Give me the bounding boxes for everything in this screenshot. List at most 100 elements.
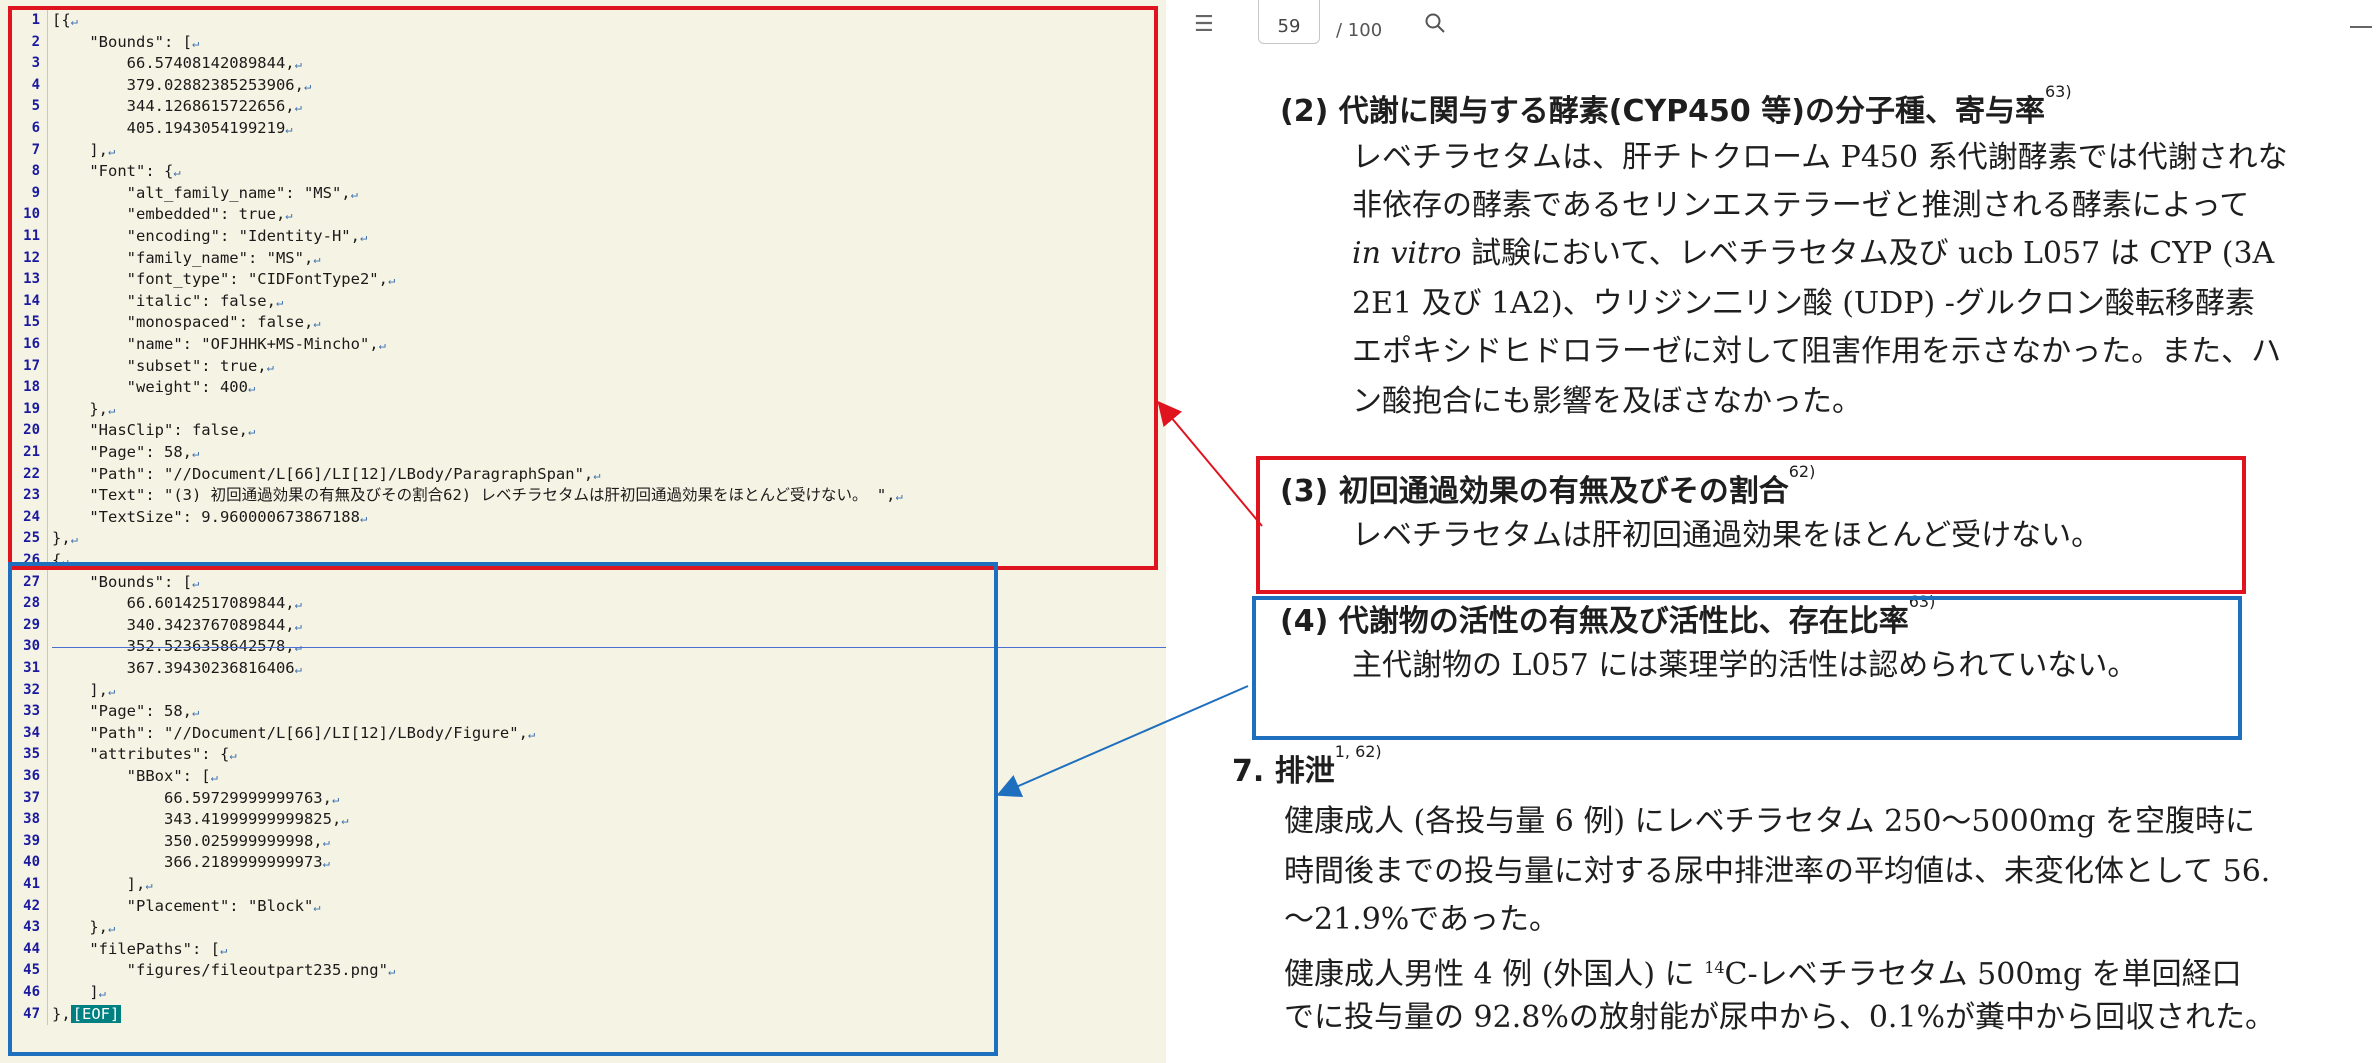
editor-line[interactable]: 7 ],↵ <box>0 139 1166 162</box>
editor-line[interactable]: 31 367.39430236816406↵ <box>0 658 1166 680</box>
code-content: ], <box>52 680 108 699</box>
code-content: "italic": false, <box>52 291 276 310</box>
code-text: "TextSize": 9.960000673867188↵ <box>52 507 367 530</box>
editor-line[interactable]: 17 "subset": true,↵ <box>0 355 1166 378</box>
editor-line[interactable]: 9 "alt_family_name": "MS",↵ <box>0 182 1166 205</box>
line-number: 35 <box>0 744 48 766</box>
editor-line[interactable]: 12 "family_name": "MS",↵ <box>0 247 1166 270</box>
editor-line[interactable]: 40 366.2189999999973↵ <box>0 852 1166 874</box>
editor-line[interactable]: 10 "embedded": true,↵ <box>0 204 1166 226</box>
editor-line[interactable]: 21 "Page": 58,↵ <box>0 442 1166 464</box>
editor-line[interactable]: 32 ],↵ <box>0 679 1166 703</box>
code-text: 350.025999999998,↵ <box>52 831 330 854</box>
minus-icon[interactable] <box>2350 26 2372 28</box>
editor-line[interactable]: 33 "Page": 58,↵ <box>0 701 1166 723</box>
editor-line[interactable]: 16 "name": "OFJHHK+MS-Mincho",↵ <box>0 334 1166 356</box>
editor-line[interactable]: 43 },↵ <box>0 917 1166 939</box>
code-text: 66.57408142089844,↵ <box>52 53 302 76</box>
editor-line[interactable]: 29 340.3423767089844,↵ <box>0 614 1166 637</box>
editor-line[interactable]: 3 66.57408142089844,↵ <box>0 53 1166 75</box>
code-content: "BBox": [ <box>52 767 211 785</box>
return-mark-icon: ↵ <box>285 122 293 136</box>
editor-line[interactable]: 22 "Path": "//Document/L[66]/LI[12]/LBod… <box>0 463 1166 486</box>
editor-line[interactable]: 47}, [EOF] <box>0 1003 1166 1026</box>
editor-line[interactable]: 36 "BBox": [↵ <box>0 766 1166 788</box>
return-mark-icon: ↵ <box>145 878 153 892</box>
json-editor-pane[interactable]: 1 [{↵ 2 "Bounds": [↵ 3 66.57408142089844,↵ 4… <box>0 0 1166 1063</box>
editor-line[interactable]: 18 "weight": 400↵ <box>0 377 1166 399</box>
code-content: [{ <box>52 11 71 29</box>
code-content: "Font": { <box>52 162 174 181</box>
line-number: 27 <box>0 571 48 594</box>
editor-line[interactable]: 28 66.60142517089844,↵ <box>0 593 1166 615</box>
return-mark-icon: ↵ <box>341 813 349 828</box>
editor-line[interactable]: 15 "monospaced": false,↵ <box>0 312 1166 334</box>
code-content: "Text": "(3) 初回通過効果の有無及びその割合62) レベチラセタムは… <box>52 486 896 505</box>
return-mark-icon: ↵ <box>108 683 116 698</box>
code-text: },↵ <box>52 399 115 422</box>
editor-line[interactable]: 2 "Bounds": [↵ <box>0 31 1166 54</box>
editor-line[interactable]: 34 "Path": "//Document/L[66]/LI[12]/LBod… <box>0 722 1166 745</box>
editor-line[interactable]: 46 ]↵ <box>0 982 1166 1004</box>
editor-line[interactable]: 44 "filePaths": [↵ <box>0 938 1166 961</box>
editor-line[interactable]: 8 "Font": {↵ <box>0 161 1166 183</box>
editor-line[interactable]: 6 405.1943054199219↵ <box>0 118 1166 140</box>
return-mark-icon: ↵ <box>350 186 358 201</box>
code-content: 343.41999999999825, <box>52 810 342 829</box>
editor-line[interactable]: 42 "Placement": "Block"↵ <box>0 895 1166 918</box>
editor-line[interactable]: 38 343.41999999999825,↵ <box>0 809 1166 831</box>
editor-line[interactable]: 26 {↵ <box>0 550 1166 572</box>
line-number: 32 <box>0 679 48 702</box>
editor-line[interactable]: 25},↵ <box>0 528 1166 550</box>
code-content: "TextSize": 9.960000673867188 <box>52 507 360 526</box>
line-number: 29 <box>0 614 48 637</box>
return-mark-icon: ↵ <box>313 251 321 266</box>
editor-line[interactable]: 5 344.1268615722656,↵ <box>0 96 1166 118</box>
code-content: 66.59729999999763, <box>52 788 332 807</box>
line-number: 16 <box>0 334 48 356</box>
code-text: ],↵ <box>52 680 115 703</box>
line-number: 25 <box>0 528 48 550</box>
editor-line[interactable]: 20 "HasClip": false,↵ <box>0 420 1166 442</box>
editor-line[interactable]: 27 "Bounds": [↵ <box>0 571 1166 594</box>
editor-line[interactable]: 4 379.02882385253906,↵ <box>0 74 1166 97</box>
code-text: "name": "OFJHHK+MS-Mincho",↵ <box>52 334 386 357</box>
editor-line[interactable]: 45 "figures/fileoutpart235.png"↵ <box>0 960 1166 982</box>
line-number: 21 <box>0 442 48 464</box>
editor-line[interactable]: 39 350.025999999998,↵ <box>0 830 1166 854</box>
editor-line[interactable]: 37 66.59729999999763,↵ <box>0 787 1166 810</box>
editor-line[interactable]: 24 "TextSize": 9.960000673867188↵ <box>0 506 1166 530</box>
editor-line[interactable]: 14 "italic": false,↵ <box>0 290 1166 313</box>
code-text: "Page": 58,↵ <box>52 701 199 724</box>
editor-line[interactable]: 13 "font_type": "CIDFontType2",↵ <box>0 269 1166 291</box>
code-text: [{↵ <box>52 10 78 33</box>
editor-line[interactable]: 23 "Text": "(3) 初回通過効果の有無及びその割合62) レベチラセ… <box>0 485 1166 507</box>
code-content: 367.39430236816406 <box>52 659 295 677</box>
line-number: 11 <box>0 226 48 248</box>
code-content: 352.5236358642578, <box>52 637 295 656</box>
return-mark-icon: ↵ <box>173 165 181 180</box>
search-icon[interactable] <box>1424 12 1446 40</box>
line-number: 34 <box>0 722 48 745</box>
pdf-page: (2) 代謝に関与する酵素(CYP450 等)の分子種、寄与率63) レベチラセ… <box>1166 0 2380 1063</box>
code-content: 340.3423767089844, <box>52 615 295 634</box>
code-content: "filePaths": [ <box>52 939 220 958</box>
code-content: "Bounds": [ <box>52 32 192 51</box>
editor-line[interactable]: 41 ],↵ <box>0 874 1166 896</box>
line-number: 36 <box>0 766 48 788</box>
paragraph-3: レベチラセタムは肝初回通過効果をほとんど受けない。 <box>1352 518 2102 553</box>
page-number-input[interactable]: 59 <box>1258 0 1320 44</box>
list-icon[interactable]: ☰ <box>1194 12 1214 37</box>
editor-line[interactable]: 1 [{↵ <box>0 10 1166 32</box>
return-mark-icon: ↵ <box>294 597 302 612</box>
line-number: 1 <box>0 10 48 32</box>
pdf-viewer-pane[interactable]: (2) 代謝に関与する酵素(CYP450 等)の分子種、寄与率63) レベチラセ… <box>1166 0 2380 1063</box>
code-text: 66.60142517089844,↵ <box>52 593 302 616</box>
code-content: 405.1943054199219 <box>52 119 286 137</box>
editor-line[interactable]: 11 "encoding": "Identity-H",↵ <box>0 226 1166 248</box>
editor-line[interactable]: 19 },↵ <box>0 398 1166 422</box>
code-content: ] <box>52 983 99 1001</box>
editor-line[interactable]: 35 "attributes": {↵ <box>0 744 1166 766</box>
return-mark-icon: ↵ <box>285 208 293 223</box>
return-mark-icon: ↵ <box>303 78 312 93</box>
